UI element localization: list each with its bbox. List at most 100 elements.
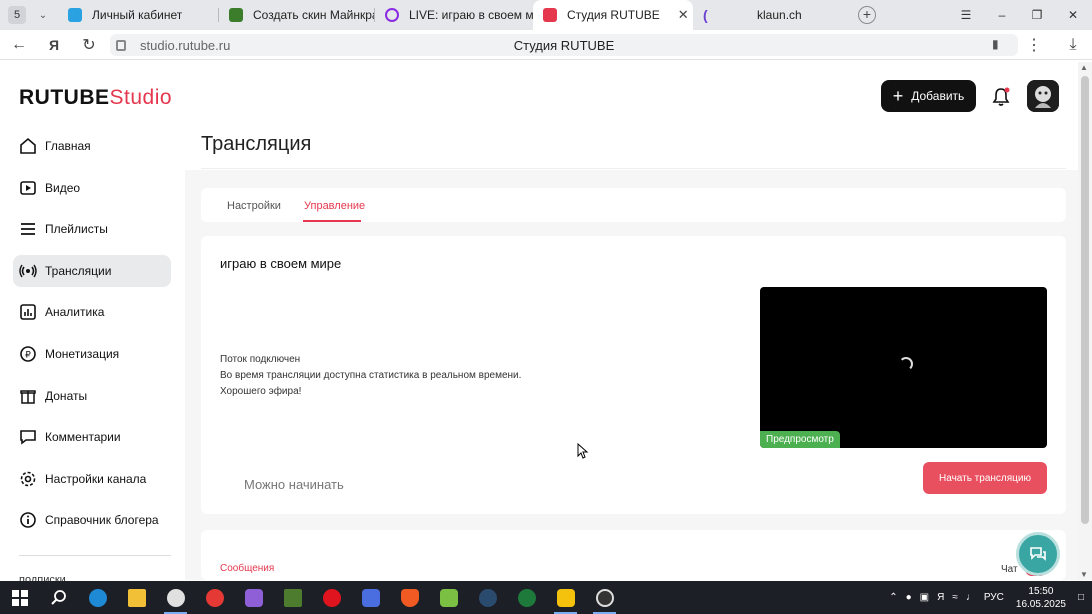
start-button[interactable] [0, 581, 39, 614]
back-icon[interactable]: ← [2, 36, 36, 54]
minimize-icon[interactable]: – [985, 0, 1019, 30]
support-chat-button[interactable] [1016, 532, 1060, 576]
game-app-glyph [244, 588, 263, 607]
ready-status-text: Можно начинать [244, 477, 344, 492]
rutube-studio-logo[interactable]: RUTUBEStudio [19, 86, 172, 110]
add-button[interactable]: + Добавить [881, 80, 976, 112]
rutube-favicon-icon [543, 8, 557, 22]
tab-settings[interactable]: Настройки [227, 200, 281, 212]
sidebar-nav: Главная Видео Плейлисты Трансляции Анали… [13, 130, 171, 546]
sidebar-item-donations[interactable]: Донаты [13, 380, 171, 412]
stream-status: Поток подключен Во время трансляции дост… [220, 352, 521, 400]
sidebar-item-label: Монетизация [45, 346, 120, 361]
tray-expand-icon[interactable]: ⌃ [889, 592, 897, 603]
sidebar-item-label: Справочник блогера [45, 513, 159, 528]
monitor-icon[interactable]: ▣ [920, 592, 929, 603]
playlist-icon [21, 223, 35, 236]
active-tab-underline [303, 220, 361, 222]
broadcast-icon [19, 264, 37, 278]
search-icon[interactable] [39, 581, 78, 614]
sidebar-item-label: Комментарии [45, 430, 121, 445]
yandex-icon[interactable]: Я [37, 37, 71, 53]
stream-status-wish: Хорошего эфира! [220, 386, 302, 397]
browser-tab-studio-active[interactable]: Студия RUTUBE ✕ [533, 0, 693, 30]
sidebar-item-monetization[interactable]: ₽ Монетизация [13, 338, 171, 370]
new-tab-button[interactable]: + [858, 6, 876, 24]
sidebar-item-broadcasts[interactable]: Трансляции [13, 254, 171, 287]
sidebar-item-home[interactable]: Главная [13, 130, 171, 162]
info-icon [20, 512, 36, 529]
browser-tab-live[interactable]: LIVE: играю в своем мир [375, 0, 533, 30]
download-icon[interactable]: ⤓ [1056, 36, 1090, 54]
yandex-icon[interactable] [195, 581, 234, 614]
game-app-icon[interactable] [234, 581, 273, 614]
scroll-down-icon[interactable]: ▼ [1080, 570, 1088, 579]
system-tray: ⌃ ● ▣ Я ≈ ♩ РУС 15:50 16.05.2025 □ [885, 581, 1092, 614]
yandex-tray-icon[interactable]: Я [937, 592, 944, 603]
microphone-icon[interactable]: ● [906, 592, 912, 603]
language-indicator[interactable]: РУС [984, 592, 1004, 603]
sidebar-item-comments[interactable]: Комментарии [13, 421, 171, 453]
browser-tab-cabinet[interactable]: Личный кабинет [58, 0, 218, 30]
preview-badge: Предпросмотр [760, 431, 840, 448]
close-window-icon[interactable]: ✕ [1056, 0, 1090, 30]
file-explorer-icon[interactable] [117, 581, 156, 614]
avatar-image [1027, 80, 1059, 112]
reload-icon[interactable]: ↻ [72, 35, 106, 55]
notification-bell-icon[interactable] [990, 86, 1012, 108]
tab-label: Создать скин Майнкрафт [253, 8, 374, 22]
edge-glyph [88, 588, 107, 607]
opera-icon[interactable] [312, 581, 351, 614]
sidebar-item-blogger-guide[interactable]: Справочник блогера [13, 504, 171, 536]
bookmark-icon[interactable]: ▮ [992, 37, 999, 51]
tab-count-badge[interactable]: 5 [8, 6, 26, 24]
start-broadcast-button[interactable]: Начать трансляцию [923, 462, 1047, 494]
shield-glyph [361, 588, 380, 607]
browser-tab-minecraft[interactable]: Создать скин Майнкрафт [219, 0, 374, 30]
minecraft-icon[interactable] [273, 581, 312, 614]
sidebar-item-label: Главная [45, 139, 91, 153]
launcher-glyph [556, 588, 575, 607]
edge-icon[interactable] [78, 581, 117, 614]
tab-list-chevron-icon[interactable]: ⌄ [34, 10, 52, 21]
sidebar-item-playlists[interactable]: Плейлисты [13, 213, 171, 245]
settings-icon [20, 471, 36, 487]
url-field[interactable]: studio.rutube.ru Студия RUTUBE ▮ [110, 34, 1018, 56]
launcher-icon[interactable] [546, 581, 585, 614]
loading-spinner-icon [385, 8, 399, 22]
restore-icon[interactable]: ❐ [1020, 0, 1054, 30]
opera-glyph [322, 588, 341, 607]
logo-studio-text: Studio [109, 86, 173, 109]
sidebar-item-video[interactable]: Видео [13, 172, 171, 204]
sidebar-item-channel-settings[interactable]: Настройки канала [13, 463, 171, 495]
minecraft-favicon-icon [229, 8, 243, 22]
close-tab-icon[interactable]: ✕ [678, 7, 689, 23]
brave-icon[interactable] [390, 581, 429, 614]
shield-app-icon[interactable] [351, 581, 390, 614]
yandex-browser-icon[interactable] [156, 581, 195, 614]
tab-management[interactable]: Управление [304, 200, 365, 212]
scrollbar-thumb[interactable] [1081, 76, 1089, 524]
scroll-up-icon[interactable]: ▲ [1080, 63, 1088, 72]
xbox-icon[interactable] [507, 581, 546, 614]
bluestacks-icon[interactable] [429, 581, 468, 614]
messages-heading: Сообщения [220, 563, 275, 574]
page-title: Трансляция [201, 133, 312, 155]
sidebar-item-analytics[interactable]: Аналитика [13, 296, 171, 328]
tab-label: Личный кабинет [92, 8, 183, 22]
notifications-icon[interactable]: □ [1078, 592, 1084, 603]
page-title-in-bar: Студия RUTUBE [513, 37, 615, 53]
sidebar-item-label: Аналитика [45, 305, 105, 320]
volume-icon[interactable]: ♩ [966, 592, 976, 603]
browser-tab-klaun[interactable]: ( klaun.ch [693, 0, 848, 30]
clock[interactable]: 15:50 16.05.2025 [1016, 585, 1066, 611]
steam-icon[interactable] [468, 581, 507, 614]
menu-icon[interactable]: ☰ [949, 0, 983, 30]
chat-toggle-label: Чат [1001, 564, 1018, 575]
obs-icon[interactable] [585, 581, 624, 614]
more-menu-icon[interactable]: ⋮ [1017, 35, 1051, 55]
wifi-icon[interactable]: ≈ [952, 592, 958, 603]
brave-glyph [400, 588, 419, 607]
user-avatar[interactable] [1027, 80, 1059, 112]
yandex-browser-glyph [166, 588, 185, 607]
